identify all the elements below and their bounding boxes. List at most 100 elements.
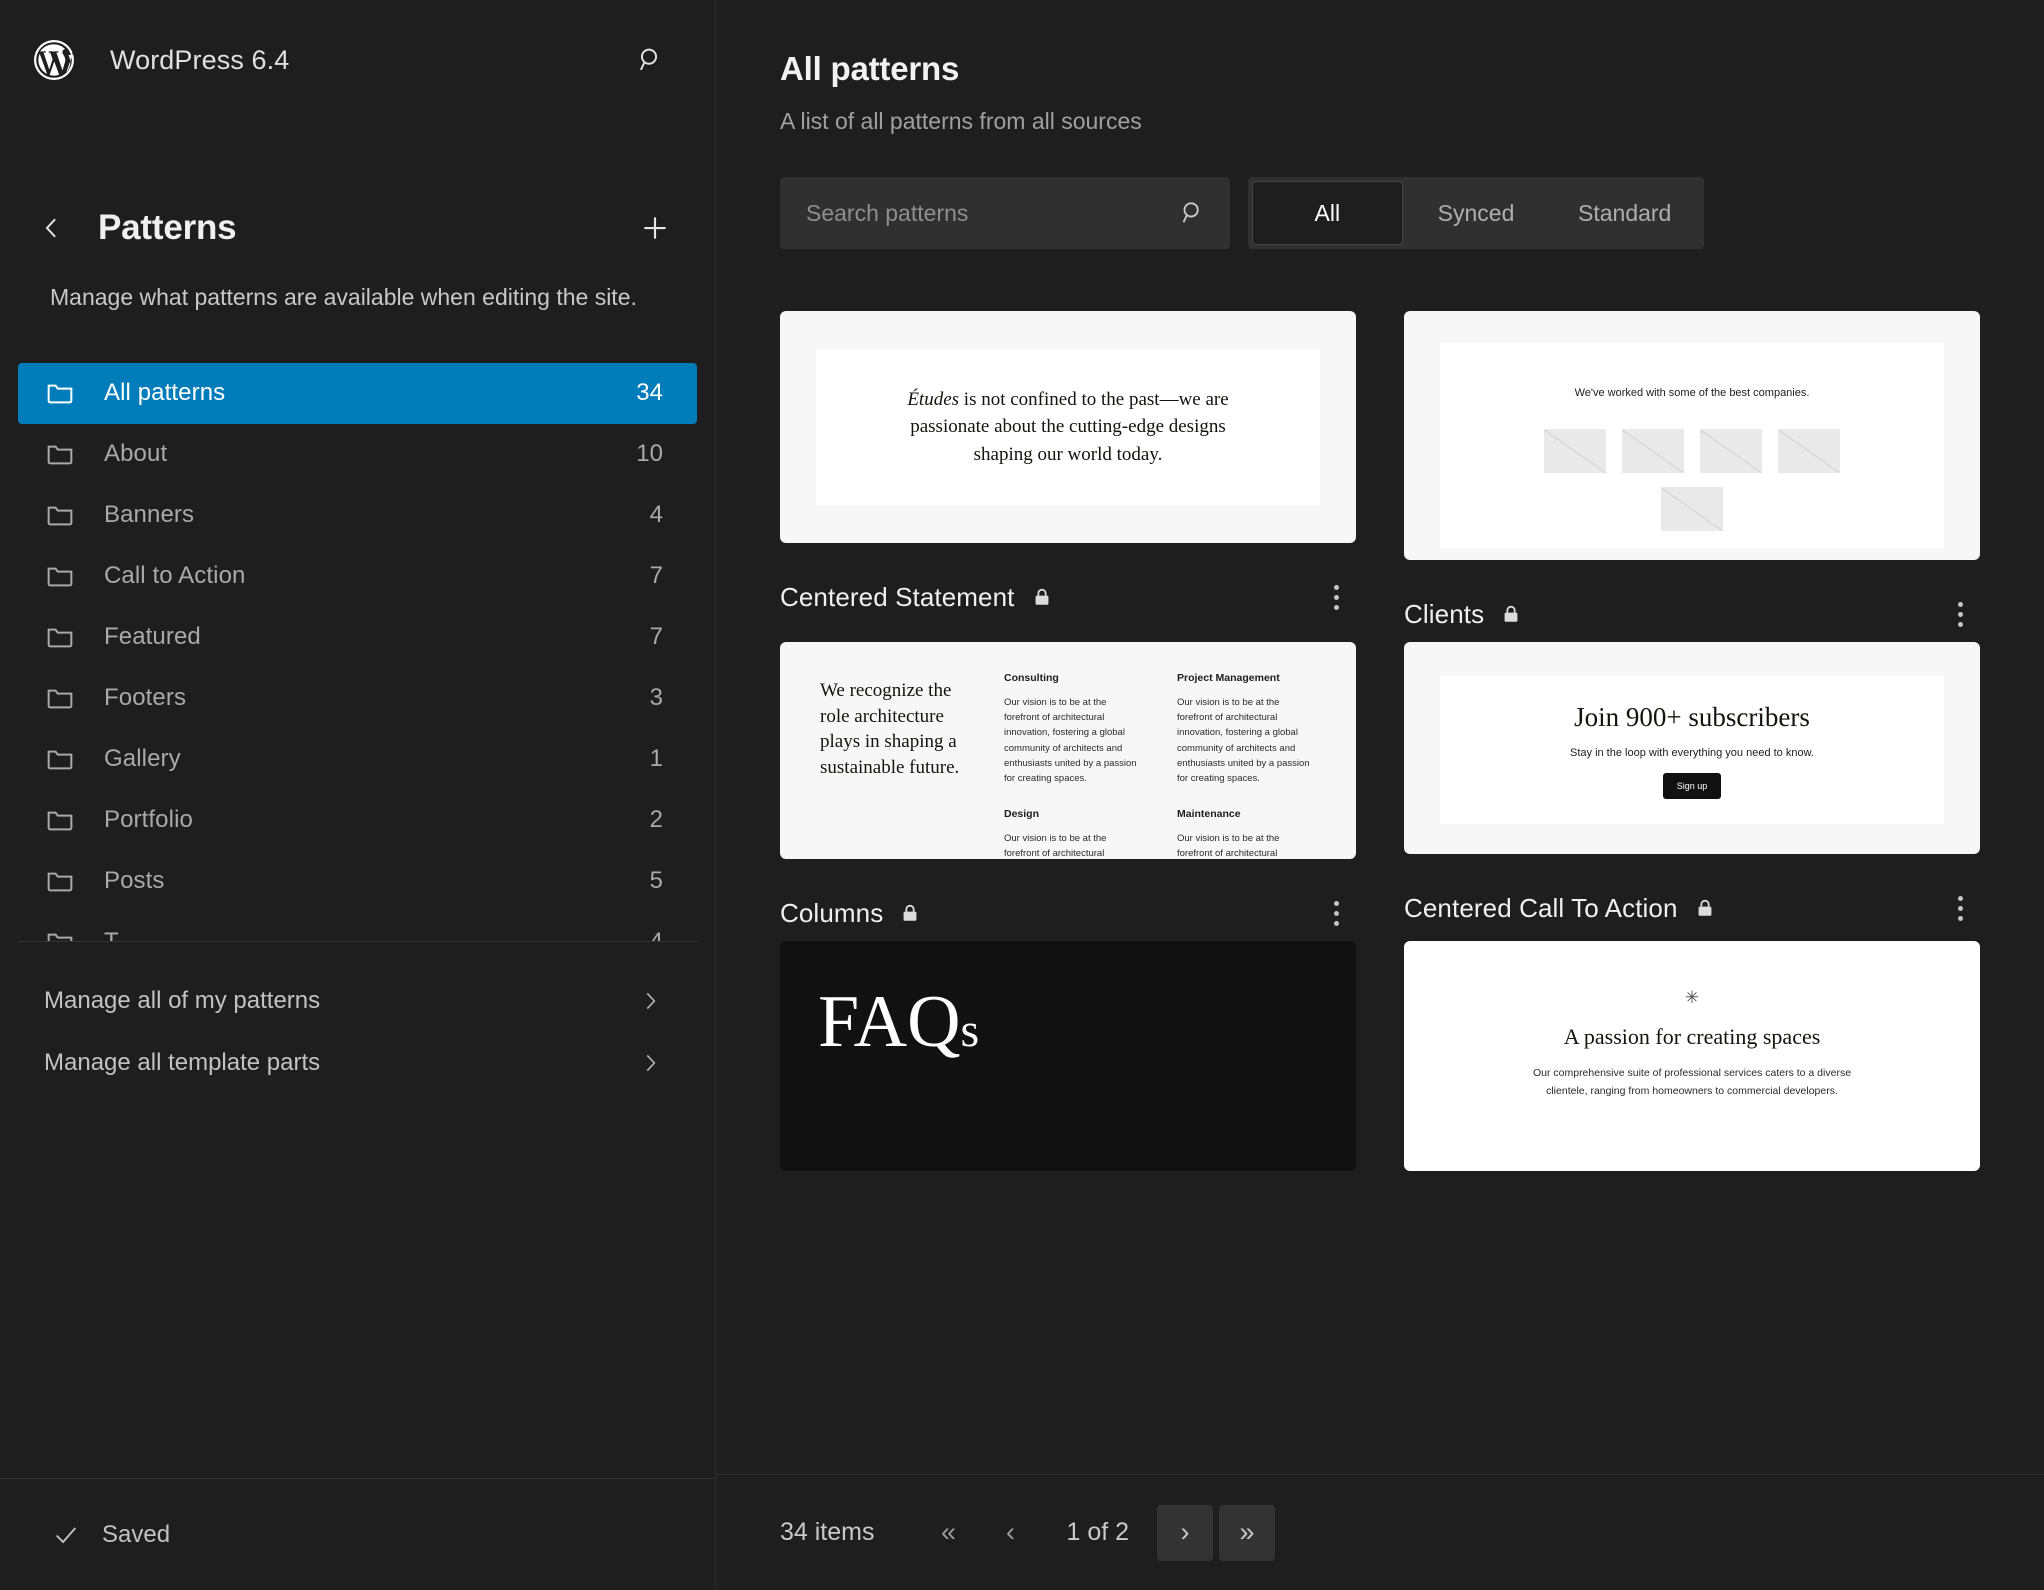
preview-service-body: Our vision is to be at the forefront of …: [1177, 697, 1310, 784]
pattern-card-faqs[interactable]: FAQs: [780, 941, 1356, 1171]
sidebar-link-manage-my-patterns[interactable]: Manage all of my patterns: [18, 970, 697, 1032]
search-input[interactable]: [806, 199, 1178, 227]
sidebar-category-banners[interactable]: Banners 4: [18, 485, 697, 546]
first-page-button[interactable]: «: [920, 1505, 976, 1561]
folder-icon: [47, 872, 73, 892]
kebab-dot: [1957, 915, 1963, 921]
sidebar-category-about[interactable]: About 10: [18, 424, 697, 485]
sidebar-category-featured[interactable]: Featured 7: [18, 607, 697, 668]
kebab-dot: [1957, 895, 1963, 901]
save-status[interactable]: Saved: [52, 1521, 170, 1549]
category-label: T: [104, 928, 119, 941]
preview-services-grid: Consulting Our vision is to be at the for…: [1004, 672, 1316, 859]
kebab-dot: [1957, 611, 1963, 617]
sidebar-link-label: Manage all template parts: [44, 1048, 321, 1076]
chevron-right-icon: [646, 1054, 656, 1071]
category-label: About: [104, 440, 168, 468]
sidebar-category-call-to-action[interactable]: Call to Action 7: [18, 546, 697, 607]
pattern-card-footer: Clients: [1404, 586, 1980, 642]
lock-icon: [1504, 605, 1518, 622]
preview-logo-row-1: [1544, 429, 1840, 473]
sidebar-search-button[interactable]: [627, 36, 675, 84]
patterns-scroll-area[interactable]: All patterns A list of all patterns from…: [716, 0, 2044, 1474]
preview-service-block: Consulting Our vision is to be at the for…: [1004, 672, 1143, 786]
search-patterns-box[interactable]: [780, 177, 1230, 249]
category-count: 5: [649, 867, 663, 895]
preview-service-body: Our vision is to be at the forefront of …: [1004, 833, 1107, 859]
previous-page-button[interactable]: ‹: [982, 1505, 1038, 1561]
sidebar-category-partial[interactable]: T4: [18, 912, 697, 941]
pattern-actions-button[interactable]: [1316, 575, 1356, 619]
wordpress-logo[interactable]: [30, 36, 78, 84]
kebab-dot: [1333, 920, 1339, 926]
pattern-actions-button[interactable]: [1316, 891, 1356, 935]
category-label: Call to Action: [104, 562, 246, 590]
image-placeholder-icon: [1622, 429, 1684, 473]
pattern-card-footer: Columns: [780, 885, 1356, 941]
last-page-button[interactable]: »: [1219, 1504, 1276, 1561]
sync-filter-segmented-control: All Synced Standard: [1248, 177, 1704, 249]
pattern-actions-button[interactable]: [1940, 592, 1980, 636]
preview-service-title: Consulting: [1004, 672, 1059, 684]
sidebar-category-portfolio[interactable]: Portfolio 2: [18, 790, 697, 851]
patterns-screen: WordPress 6.4 Patterns Manage what patte…: [0, 0, 2044, 1590]
folder-icon: [47, 567, 73, 587]
category-label: All patterns: [104, 379, 226, 407]
chevron-left-icon: [45, 218, 56, 238]
folder-icon: [47, 384, 73, 404]
preview-cta-subtext: Stay in the loop with everything you nee…: [1570, 746, 1814, 759]
pattern-preview-columns[interactable]: We recognize the role architecture plays…: [780, 642, 1356, 859]
add-pattern-button[interactable]: [631, 204, 679, 252]
pattern-card-centered-call-to-action[interactable]: Join 900+ subscribers Stay in the loop w…: [1404, 642, 1980, 941]
filter-tab-all[interactable]: All: [1253, 182, 1402, 244]
category-label: Gallery: [104, 745, 181, 773]
kebab-dot: [1333, 594, 1339, 600]
pattern-preview-faqs[interactable]: FAQs: [780, 941, 1356, 1171]
folder-icon: [47, 933, 73, 941]
sidebar-category-gallery[interactable]: Gallery 1: [18, 729, 697, 790]
category-label: Portfolio: [104, 806, 193, 834]
pattern-card-clients[interactable]: We've worked with some of the best compa…: [1404, 311, 1980, 642]
preview-statement-emphasis: Études: [907, 388, 960, 410]
patterns-grid: Études is not confined to the past—we ar…: [780, 311, 1980, 1171]
preview-faqs-heading: FAQs: [818, 985, 979, 1059]
pattern-preview-clients[interactable]: We've worked with some of the best compa…: [1404, 311, 1980, 560]
preview-service-block: Maintenance Our vision is to be at the fo…: [1177, 808, 1316, 859]
save-status-label: Saved: [102, 1520, 171, 1548]
pattern-card-columns[interactable]: We recognize the role architecture plays…: [780, 642, 1356, 941]
preview-faqs-heading-tail: s: [960, 1004, 980, 1057]
next-page-button[interactable]: ›: [1157, 1504, 1214, 1561]
page-position-label: 1 of 2: [1066, 1518, 1130, 1546]
filter-tab-synced[interactable]: Synced: [1402, 182, 1551, 244]
main-content: All patterns A list of all patterns from…: [716, 0, 2044, 1590]
pattern-preview-centered-statement[interactable]: Études is not confined to the past—we ar…: [780, 311, 1356, 543]
filter-tab-standard[interactable]: Standard: [1550, 182, 1699, 244]
pattern-preview-passion[interactable]: ✳ A passion for creating spaces Our comp…: [1404, 941, 1980, 1171]
sidebar-footer: Saved: [0, 1478, 715, 1590]
back-button[interactable]: [30, 206, 74, 250]
pattern-card-centered-statement[interactable]: Études is not confined to the past—we ar…: [780, 311, 1356, 642]
folder-icon: [47, 628, 73, 648]
preview-service-title: Maintenance: [1177, 808, 1241, 821]
category-scroll-area[interactable]: All patterns 34 About 10 Banners 4 Call to Act…: [0, 362, 715, 941]
sidebar-category-posts[interactable]: Posts 5: [18, 851, 697, 912]
pattern-card-passion[interactable]: ✳ A passion for creating spaces Our comp…: [1404, 941, 1980, 1171]
preview-signup-button[interactable]: Sign up: [1662, 772, 1722, 799]
pattern-actions-button[interactable]: [1940, 886, 1980, 930]
pattern-preview-cta[interactable]: Join 900+ subscribers Stay in the loop w…: [1404, 642, 1980, 854]
sidebar-category-all-patterns[interactable]: All patterns 34: [18, 362, 697, 424]
category-count: 4: [649, 501, 663, 529]
category-list: All patterns 34 About 10 Banners 4 Call to Act…: [0, 362, 715, 941]
preview-clients-lead: We've worked with some of the best compa…: [1574, 387, 1810, 399]
sidebar-category-footers[interactable]: Footers 3: [18, 668, 697, 729]
main-title: All patterns: [780, 50, 960, 87]
category-count: 3: [649, 684, 663, 712]
kebab-dot: [1333, 584, 1339, 590]
preview-inner-panel: Join 900+ subscribers Stay in the loop w…: [1440, 676, 1944, 824]
pattern-title: Clients: [1404, 598, 1485, 629]
pattern-card-footer: Centered Call To Action: [1404, 880, 1980, 936]
category-count: 4: [650, 928, 663, 941]
search-icon: [1182, 202, 1199, 223]
sidebar-link-manage-template-parts[interactable]: Manage all template parts: [18, 1032, 697, 1094]
check-icon: [56, 1526, 77, 1543]
